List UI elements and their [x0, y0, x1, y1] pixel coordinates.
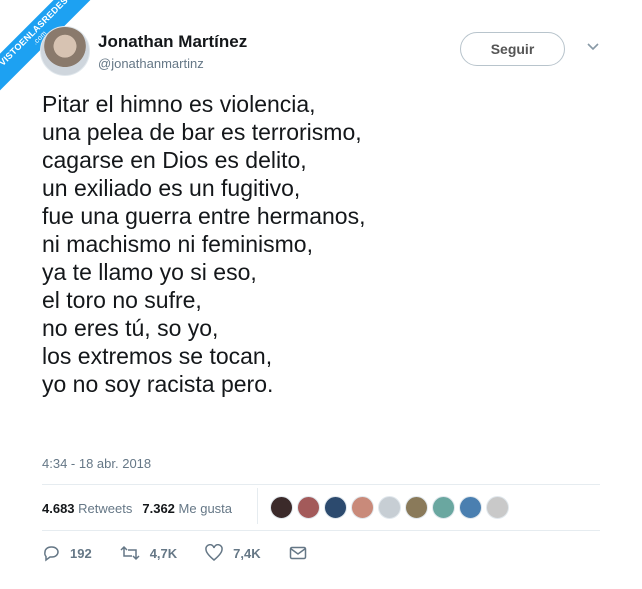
likes-count: 7.362	[142, 500, 175, 516]
liker-avatar[interactable]	[378, 496, 401, 519]
likers-avatars	[270, 496, 513, 519]
retweet-icon	[120, 545, 140, 561]
retweets-count: 4.683	[42, 500, 75, 516]
retweets-label: Retweets	[78, 500, 133, 516]
retweet-button[interactable]: 4,7K	[120, 544, 177, 562]
tweet-timestamp[interactable]: 4:34 - 18 abr. 2018	[42, 456, 151, 471]
chevron-down-icon[interactable]	[584, 38, 602, 56]
stats-separator	[257, 488, 258, 524]
divider	[42, 530, 600, 531]
user-handle[interactable]: @jonathanmartinz	[98, 56, 204, 71]
likes-label: Me gusta	[178, 500, 233, 516]
liker-avatar[interactable]	[351, 496, 374, 519]
liker-avatar[interactable]	[405, 496, 428, 519]
tweet-text: Pitar el himno es violencia, una pelea d…	[42, 91, 366, 397]
tweet-actions: 192 4,7K 7,4K	[42, 544, 345, 562]
retweets-stat[interactable]: 4.683 Retweets	[42, 501, 132, 516]
avatar[interactable]	[40, 26, 90, 76]
liker-avatar[interactable]	[486, 496, 509, 519]
like-count: 7,4K	[233, 545, 261, 561]
retweet-count: 4,7K	[149, 545, 178, 561]
liker-avatar[interactable]	[297, 496, 320, 519]
envelope-icon	[289, 546, 306, 560]
tweet-header: Jonathan Martínez @jonathanmartinz Segui…	[40, 26, 608, 80]
liker-avatar[interactable]	[270, 496, 293, 519]
user-name[interactable]: Jonathan Martínez	[98, 32, 247, 52]
reply-icon	[44, 546, 59, 562]
heart-icon	[205, 544, 223, 561]
liker-avatar[interactable]	[324, 496, 347, 519]
like-button[interactable]: 7,4K	[205, 544, 261, 562]
follow-button[interactable]: Seguir	[460, 32, 565, 66]
reply-count: 192	[70, 545, 92, 561]
liker-avatar[interactable]	[459, 496, 482, 519]
engagement-stats: 4.683 Retweets 7.362 Me gusta	[42, 496, 242, 520]
divider	[42, 484, 600, 485]
message-button[interactable]	[289, 545, 317, 561]
liker-avatar[interactable]	[432, 496, 455, 519]
likes-stat[interactable]: 7.362 Me gusta	[142, 501, 232, 516]
reply-button[interactable]: 192	[42, 544, 92, 562]
